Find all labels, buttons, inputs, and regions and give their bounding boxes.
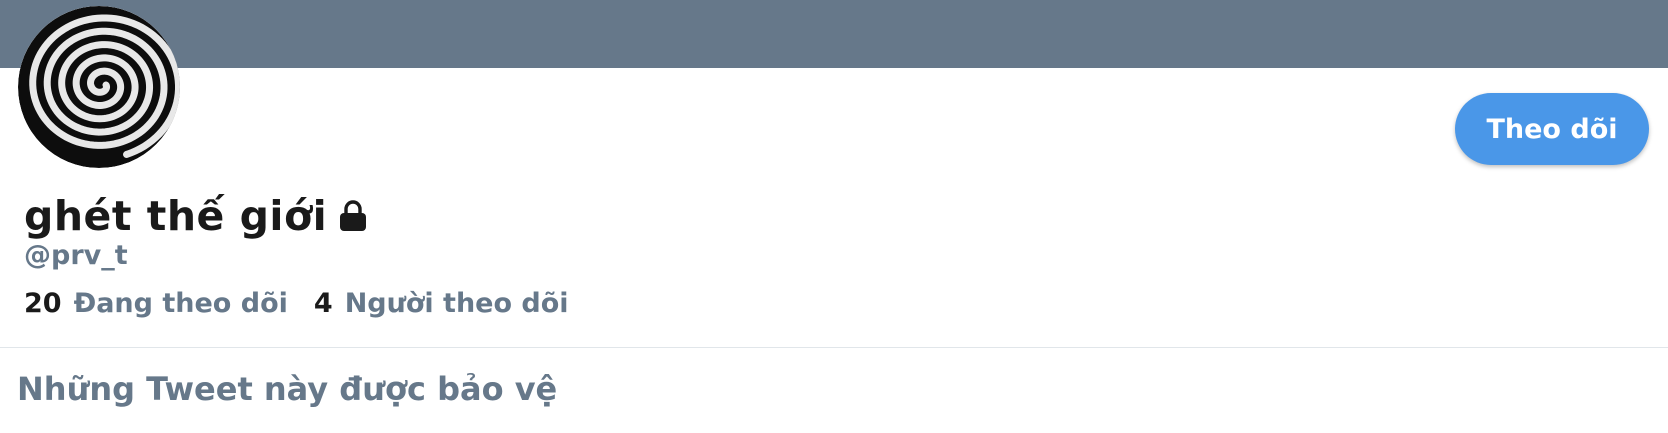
profile-banner: [0, 0, 1668, 68]
spiral-avatar-icon: [18, 6, 180, 168]
following-stat[interactable]: 20 Đang theo dõi: [24, 288, 288, 319]
section-divider: [0, 347, 1668, 348]
followers-stat[interactable]: 4 Người theo dõi: [314, 288, 569, 319]
lock-icon: [340, 200, 367, 231]
follow-button[interactable]: Theo dõi: [1455, 93, 1649, 165]
profile-page: Theo dõi ghét thế giới @prv_t 20 Đang th…: [0, 0, 1668, 433]
following-count: 20: [24, 288, 62, 319]
protected-tweets-title: Những Tweet này được bảo vệ: [17, 370, 558, 408]
followers-label: Người theo dõi: [344, 288, 569, 319]
followers-count: 4: [313, 288, 333, 319]
display-name-row: ghét thế giới: [24, 188, 369, 244]
profile-handle: @prv_t: [24, 240, 128, 271]
display-name: ghét thế giới: [24, 192, 328, 240]
profile-stats: 20 Đang theo dõi 4 Người theo dõi: [24, 288, 569, 319]
following-label: Đang theo dõi: [73, 288, 288, 319]
profile-avatar[interactable]: [18, 6, 180, 168]
